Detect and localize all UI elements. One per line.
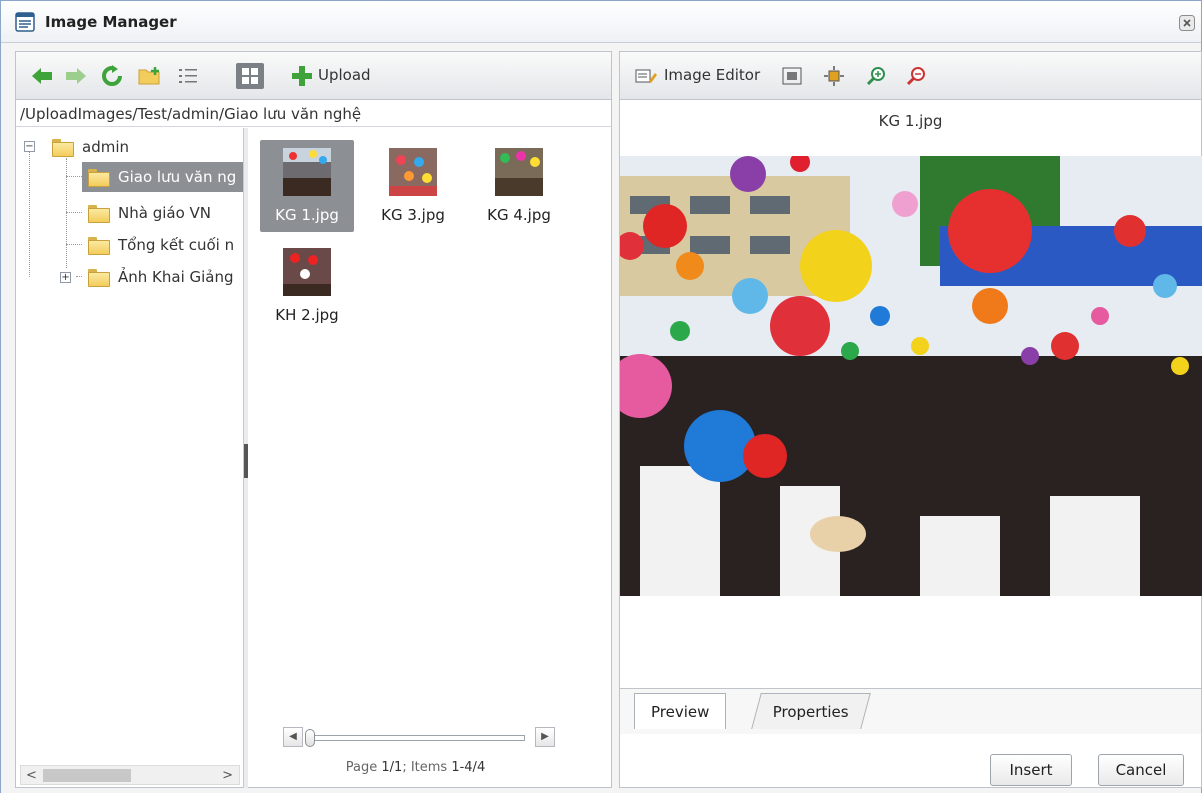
cancel-button[interactable]: Cancel bbox=[1098, 754, 1184, 786]
pager-page: 1/1 bbox=[381, 760, 403, 775]
image-thumbnail bbox=[495, 148, 543, 196]
slider-right-icon[interactable]: ▶ bbox=[535, 727, 555, 747]
pager-prefix: Page bbox=[345, 760, 382, 775]
tree-item-label: Tổng kết cuối n bbox=[118, 236, 235, 254]
pager-status: Page 1/1; Items 1-4/4 bbox=[234, 760, 597, 775]
image-thumbnail bbox=[389, 148, 437, 196]
file-name: KG 4.jpg bbox=[487, 206, 551, 224]
actual-size-icon[interactable] bbox=[824, 66, 844, 86]
file-grid: KG 1.jpg KG 3.jpg KG 4.jpg KH 2.jpg bbox=[248, 128, 611, 788]
slider-left-icon[interactable]: ◀ bbox=[283, 727, 303, 747]
file-name: KH 2.jpg bbox=[275, 306, 339, 324]
file-item[interactable]: KG 4.jpg bbox=[472, 140, 566, 232]
tree-item-label: admin bbox=[82, 138, 129, 156]
file-item[interactable]: KH 2.jpg bbox=[260, 240, 354, 332]
upload-plus-icon[interactable] bbox=[290, 64, 314, 88]
window-icon bbox=[15, 12, 35, 32]
window-title: Image Manager bbox=[45, 13, 177, 31]
tree-item-khai-giang[interactable]: Ảnh Khai Giảng bbox=[82, 262, 234, 292]
tree-item-giao-luu[interactable]: Giao lưu văn ng bbox=[82, 162, 243, 192]
file-name: KG 1.jpg bbox=[275, 206, 339, 224]
slider-track[interactable] bbox=[305, 735, 525, 741]
title-bar: Image Manager bbox=[1, 1, 1201, 43]
image-editor-icon[interactable] bbox=[634, 66, 658, 86]
preview-tabs: Preview Properties bbox=[620, 688, 1201, 734]
tree-item-label: Nhà giáo VN bbox=[118, 204, 211, 222]
folder-tree: − admin Giao lưu văn ng Nhà giáo VN Tổng… bbox=[16, 128, 244, 788]
tree-item-label: Ảnh Khai Giảng bbox=[118, 268, 234, 286]
list-view-icon[interactable] bbox=[176, 64, 200, 88]
tree-item-admin[interactable]: admin bbox=[52, 132, 129, 162]
pager-separator: ; Items bbox=[402, 760, 452, 775]
browser-panel: Upload /UploadImages/Test/admin/Giao lưu… bbox=[15, 51, 612, 788]
pager-items: 1-4/4 bbox=[451, 760, 486, 775]
browser-toolbar: Upload bbox=[16, 52, 611, 100]
scroll-left-icon[interactable]: < bbox=[26, 768, 37, 783]
close-icon[interactable] bbox=[1179, 15, 1195, 31]
preview-toolbar: Image Editor bbox=[620, 52, 1201, 100]
upload-button[interactable]: Upload bbox=[318, 66, 371, 84]
preview-file-name: KG 1.jpg bbox=[878, 112, 943, 130]
path-breadcrumb: /UploadImages/Test/admin/Giao lưu văn ng… bbox=[16, 101, 611, 127]
new-folder-icon[interactable] bbox=[138, 64, 162, 88]
folder-icon bbox=[88, 237, 110, 255]
folder-icon bbox=[88, 205, 110, 223]
folder-icon bbox=[88, 169, 110, 187]
refresh-icon[interactable] bbox=[100, 64, 124, 88]
preview-panel: Image Editor KG 1.jpg Preview Properties… bbox=[619, 51, 1202, 788]
image-manager-window: Image Manager Upload /UploadImages/Test/… bbox=[0, 0, 1202, 793]
tree-item-label: Giao lưu văn ng bbox=[118, 168, 237, 186]
tab-properties-label: Properties bbox=[772, 703, 849, 721]
tab-preview[interactable]: Preview bbox=[634, 693, 727, 729]
tree-horizontal-scrollbar[interactable]: < > bbox=[20, 765, 240, 785]
insert-button[interactable]: Insert bbox=[990, 754, 1072, 786]
thumbnail-view-icon[interactable] bbox=[236, 63, 264, 89]
preview-image bbox=[620, 156, 1202, 596]
file-item[interactable]: KG 3.jpg bbox=[366, 140, 460, 232]
forward-arrow-icon[interactable] bbox=[64, 64, 88, 88]
tree-item-tong-ket[interactable]: Tổng kết cuối n bbox=[82, 230, 234, 260]
image-editor-button[interactable]: Image Editor bbox=[664, 66, 760, 84]
scroll-right-icon[interactable]: > bbox=[222, 768, 233, 783]
back-arrow-icon[interactable] bbox=[30, 64, 54, 88]
file-name: KG 3.jpg bbox=[381, 206, 445, 224]
file-item[interactable]: KG 1.jpg bbox=[260, 140, 354, 232]
zoom-in-icon[interactable] bbox=[866, 66, 886, 86]
zoom-out-icon[interactable] bbox=[906, 66, 926, 86]
tree-item-nha-giao[interactable]: Nhà giáo VN bbox=[82, 198, 211, 228]
best-fit-icon[interactable] bbox=[782, 66, 802, 86]
scrollbar-thumb[interactable] bbox=[43, 769, 131, 782]
folder-icon bbox=[52, 139, 74, 157]
tab-properties[interactable]: Properties bbox=[751, 693, 871, 729]
expand-toggle[interactable]: + bbox=[60, 272, 71, 283]
slider-knob[interactable] bbox=[305, 729, 315, 747]
image-thumbnail bbox=[283, 248, 331, 296]
folder-icon bbox=[88, 269, 110, 287]
thumbnail-size-slider: ◀ ▶ bbox=[269, 727, 557, 749]
collapse-toggle[interactable]: − bbox=[24, 141, 35, 152]
image-thumbnail bbox=[283, 148, 331, 196]
